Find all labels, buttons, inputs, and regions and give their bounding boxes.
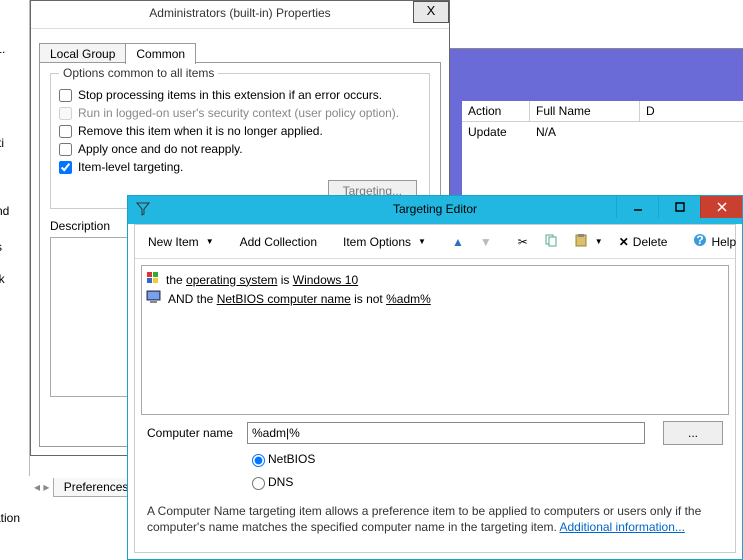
radio-netbios[interactable] [252,454,265,467]
target-text: the operating system is Windows 10 [166,273,358,287]
targeting-toolbar: New Item▼ Add Collection Item Options▼ ▲… [135,225,735,259]
radio-dns-label[interactable]: DNS [247,474,293,490]
cut-icon: ✂ [518,235,528,249]
admin-titlebar[interactable]: Administrators (built-in) Properties X [31,1,449,29]
browse-button[interactable]: ... [663,421,723,445]
move-down-button[interactable]: ▼ [473,231,499,253]
delete-icon: ✕ [619,235,629,249]
dropdown-icon: ▼ [418,237,426,246]
target-item-os[interactable]: the operating system is Windows 10 [146,270,724,289]
delete-button[interactable]: ✕Delete [612,231,675,253]
dropdown-icon: ▼ [206,237,214,246]
tree-item: Task [0,270,30,288]
windows-icon [146,271,160,288]
tree-item: ions [0,238,30,256]
options-legend: Options common to all items [59,66,218,80]
lbl-item-level: Item-level targeting. [78,160,183,174]
item-options-button[interactable]: Item Options▼ [336,231,433,253]
col-action[interactable]: Action [462,101,530,121]
cell-action: Update [462,122,530,142]
tab-common[interactable]: Common [125,43,196,64]
add-collection-button[interactable]: Add Collection [233,231,324,253]
paste-button[interactable]: ▼ [567,229,610,254]
col-d[interactable]: D [640,101,743,121]
results-header: Action Full Name D [462,101,743,122]
tab-local-group[interactable]: Local Group [39,43,126,64]
tree-item: otio [0,220,30,238]
computer-name-label: Computer name [147,426,237,440]
help-button[interactable]: ?Help [686,229,743,254]
cut-button[interactable]: ✂ [511,231,535,253]
bottom-list-fragment: rmation uler [0,510,20,542]
tree-item: C01. [0,40,30,58]
close-button[interactable] [700,196,742,218]
maximize-button[interactable] [658,196,700,218]
gpo-tree-fragment: C01. ion ngs Setti es ons s and otio ion… [0,0,30,476]
copy-button[interactable] [537,229,565,254]
computer-icon [146,290,162,307]
close-button[interactable]: X [413,1,449,23]
tree-item: ngs [0,116,30,134]
col-fullname[interactable]: Full Name [530,101,640,121]
tree-item: ion [0,58,30,76]
tree-item: s and [0,202,30,220]
targeting-tree[interactable]: the operating system is Windows 10 AND t… [141,265,729,415]
svg-text:?: ? [697,233,704,247]
move-up-button[interactable]: ▲ [445,231,471,253]
minimize-button[interactable] [616,196,658,218]
lbl-apply-once: Apply once and do not reapply. [78,142,243,156]
chk-stop-processing[interactable] [59,89,72,102]
copy-icon [544,233,558,250]
lbl-remove: Remove this item when it is no longer ap… [78,124,323,138]
arrow-down-icon: ▼ [480,235,492,249]
chk-apply-once[interactable] [59,143,72,156]
additional-info-link[interactable]: Additional information... [560,520,685,534]
chk-remove-item[interactable] [59,125,72,138]
computer-name-input[interactable] [247,422,645,444]
target-text: AND the NetBIOS computer name is not %ad… [168,292,431,306]
paste-icon [574,233,588,250]
cell-fullname: N/A [530,122,640,142]
bottom-tabs: ◂ ▸ Preferences [34,478,139,498]
tree-item: Setti [0,134,30,152]
help-icon: ? [693,233,707,250]
lbl-stop: Stop processing items in this extension … [78,88,382,102]
chk-run-context [59,107,72,120]
radio-dns[interactable] [252,477,265,490]
lbl-run: Run in logged-on user's security context… [78,106,399,120]
admin-title: Administrators (built-in) Properties [31,6,449,20]
chk-item-level-targeting[interactable] [59,161,72,174]
new-item-button[interactable]: New Item▼ [141,231,221,253]
results-row[interactable]: Update N/A [462,122,743,142]
arrow-up-icon: ▲ [452,235,464,249]
tree-item: ons [0,184,30,202]
target-item-computer-name[interactable]: AND the NetBIOS computer name is not %ad… [146,289,724,308]
gpo-tree-items: C01. ion ngs Setti es ons s and otio ion… [0,40,30,288]
dropdown-icon: ▼ [595,237,603,246]
tree-item: es [0,152,30,170]
help-text: A Computer Name targeting item allows a … [147,503,723,535]
radio-netbios-label[interactable]: NetBIOS [247,451,315,467]
targeting-editor-dialog: Targeting Editor New Item▼ Add Collectio… [127,195,743,560]
targeting-titlebar[interactable]: Targeting Editor [128,196,742,224]
